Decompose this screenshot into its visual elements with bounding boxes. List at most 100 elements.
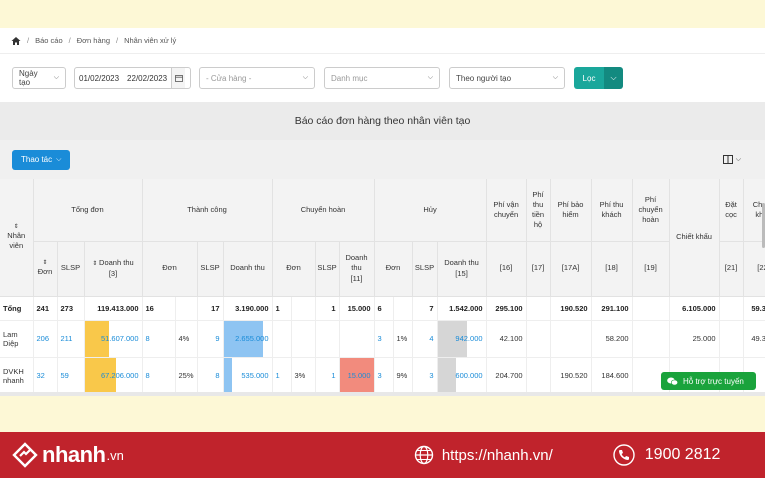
cell-cancelled-slsp[interactable]: 4 xyxy=(412,320,438,358)
cell-discount: 6.105.000 xyxy=(669,296,720,321)
date-to-value: 22/02/2023 xyxy=(127,73,168,83)
date-range-field[interactable]: 01/02/2023 22/02/2023 xyxy=(74,67,191,89)
creator-select[interactable]: Theo người tạo ⌵ xyxy=(449,67,565,89)
cell-returned-revenue xyxy=(339,320,375,358)
col-total-orders[interactable]: ⇕ Đơn xyxy=(33,241,58,297)
cell-success-slsp[interactable]: 9 xyxy=(197,320,224,358)
cell-success-slsp[interactable]: 8 xyxy=(197,357,224,395)
col-deposit: Đặt cọc xyxy=(719,179,744,242)
filter-bar: Ngày tạo ⌵ 01/02/2023 22/02/2023 - Cửa h… xyxy=(0,54,765,102)
cell-success-orders[interactable]: 8 xyxy=(142,357,176,395)
success-revenue-bar xyxy=(223,357,232,394)
cell-success-orders[interactable]: 8 xyxy=(142,320,176,358)
cell-orders[interactable]: 206 xyxy=(33,320,58,358)
cell-cancelled-pct xyxy=(393,296,413,321)
cell-cancelled-orders[interactable]: 3 xyxy=(374,357,394,395)
chevron-down-icon: ⌵ xyxy=(610,73,617,82)
cell-returned-orders[interactable]: 1 xyxy=(272,357,292,395)
chevron-down-icon: ⌵ xyxy=(302,74,308,81)
date-type-select[interactable]: Ngày tạo ⌵ xyxy=(12,67,66,89)
home-icon[interactable] xyxy=(11,36,21,46)
cell-revenue[interactable]: 51.607.000 xyxy=(84,320,143,358)
cell-orders[interactable]: 32 xyxy=(33,357,58,395)
store-select[interactable]: - Cửa hàng - ⌵ xyxy=(199,67,315,89)
cell-cancelled-pct: 1% xyxy=(393,320,413,358)
brand-logo: nhanh .vn xyxy=(12,442,124,468)
cell-value: 535.000 xyxy=(241,371,269,380)
cell-cancelled-revenue: 1.542.000 xyxy=(437,296,487,321)
breadcrumb-item-orders[interactable]: Đơn hàng xyxy=(77,36,110,45)
col-total-revenue[interactable]: ⇕ Doanh thu [3] xyxy=(84,241,143,297)
app-window: / Báo cáo / Đơn hàng / Nhân viên xử lý N… xyxy=(0,28,765,396)
breadcrumb-separator: / xyxy=(27,36,30,45)
cell-success-slsp: 17 xyxy=(197,296,224,321)
filter-button[interactable]: Lọc xyxy=(574,67,604,89)
col-index-21: [21] xyxy=(719,241,744,297)
website-url: https://nhanh.vn/ xyxy=(441,446,553,464)
category-select-value: Danh mục xyxy=(331,73,368,83)
globe-icon xyxy=(414,445,434,465)
cell-returned-pct: 3% xyxy=(291,357,316,395)
cell-value: 51.607.000 xyxy=(100,334,139,343)
sort-icon: ⇕ xyxy=(13,224,19,231)
col-success-revenue: Doanh thu xyxy=(223,241,273,297)
cell-success-revenue[interactable]: 535.000 xyxy=(223,357,273,395)
col-returned-slsp: SLSP xyxy=(315,241,340,297)
col-staff[interactable]: ⇕ Nhân viên xyxy=(0,179,34,297)
filter-button-group: Lọc ⌵ xyxy=(574,67,623,89)
cell-cancelled-pct: 9% xyxy=(393,357,413,395)
columns-icon xyxy=(722,155,733,164)
cell-success-revenue[interactable]: 2.655.000 xyxy=(223,320,273,358)
cell-orders: 241 xyxy=(33,296,58,321)
col-index-19: [19] xyxy=(632,241,670,297)
cell-success-pct: 25% xyxy=(175,357,198,395)
cell-insurance-fee xyxy=(550,320,592,358)
cell-deposit xyxy=(719,320,744,358)
cell-revenue[interactable]: 67.206.000 xyxy=(84,357,143,395)
cell-success-pct xyxy=(175,296,198,321)
cell-insurance-fee: 190.520 xyxy=(550,357,592,395)
cell-slsp: 273 xyxy=(57,296,85,321)
cell-slsp[interactable]: 211 xyxy=(57,320,85,358)
cell-success-pct: 4% xyxy=(175,320,198,358)
col-cancelled-slsp: SLSP xyxy=(412,241,438,297)
cell-slsp[interactable]: 59 xyxy=(57,357,85,395)
website-link[interactable]: https://nhanh.vn/ xyxy=(414,445,553,465)
cell-customer-fee: 184.600 xyxy=(591,357,633,395)
filter-dropdown-toggle[interactable]: ⌵ xyxy=(604,67,623,89)
phone-icon xyxy=(613,444,635,466)
horizontal-scrollbar[interactable] xyxy=(0,392,765,396)
live-support-button[interactable]: Hỗ trợ trực tuyến xyxy=(661,372,756,390)
category-select[interactable]: Danh mục ⌵ xyxy=(324,67,440,89)
phone-link[interactable]: 1900 2812 xyxy=(613,444,720,466)
brand-name: nhanh xyxy=(42,442,106,467)
calendar-icon[interactable] xyxy=(171,68,186,88)
cell-cancelled-orders[interactable]: 3 xyxy=(374,320,394,358)
cell-cancelled-slsp[interactable]: 3 xyxy=(412,357,438,395)
cell-returned-revenue[interactable]: 15.000 xyxy=(339,357,375,395)
cell-success-revenue: 3.190.000 xyxy=(223,296,273,321)
cell-transfer: 49.300.0 xyxy=(743,320,765,358)
actions-button[interactable]: Thao tác ⌵ xyxy=(12,149,71,170)
cell-shipping-fee: 204.700 xyxy=(486,357,527,395)
col-label: Doanh thu xyxy=(444,258,479,268)
table-row: DVKH nhanh 32 59 67.206.000 8 25% 8 535.… xyxy=(0,357,765,395)
col-group-total: Tổng đơn xyxy=(33,179,143,242)
cell-transfer: 59.301.0 xyxy=(743,296,765,321)
breadcrumb-item-report[interactable]: Báo cáo xyxy=(35,36,63,45)
breadcrumb-item-staff: Nhân viên xử lý xyxy=(124,36,177,45)
col-customer-fee: Phí thu khách xyxy=(591,179,633,242)
col-index: [3] xyxy=(108,268,118,278)
col-group-cancelled: Hủy xyxy=(374,179,487,242)
cell-cancelled-revenue[interactable]: 600.000 xyxy=(437,357,487,395)
col-label: Doanh thu xyxy=(99,258,134,268)
cancelled-revenue-bar xyxy=(437,357,457,394)
cell-returned-slsp[interactable]: 1 xyxy=(315,357,340,395)
col-returned-orders: Đơn xyxy=(272,241,316,297)
breadcrumb-separator: / xyxy=(68,36,71,45)
cell-cancelled-revenue[interactable]: 942.000 xyxy=(437,320,487,358)
cell-returned-slsp: 1 xyxy=(315,296,340,321)
cell-returned-pct xyxy=(291,320,316,358)
cell-returned-orders: 1 xyxy=(272,296,292,321)
column-toggle[interactable]: ⌵ xyxy=(722,155,741,164)
